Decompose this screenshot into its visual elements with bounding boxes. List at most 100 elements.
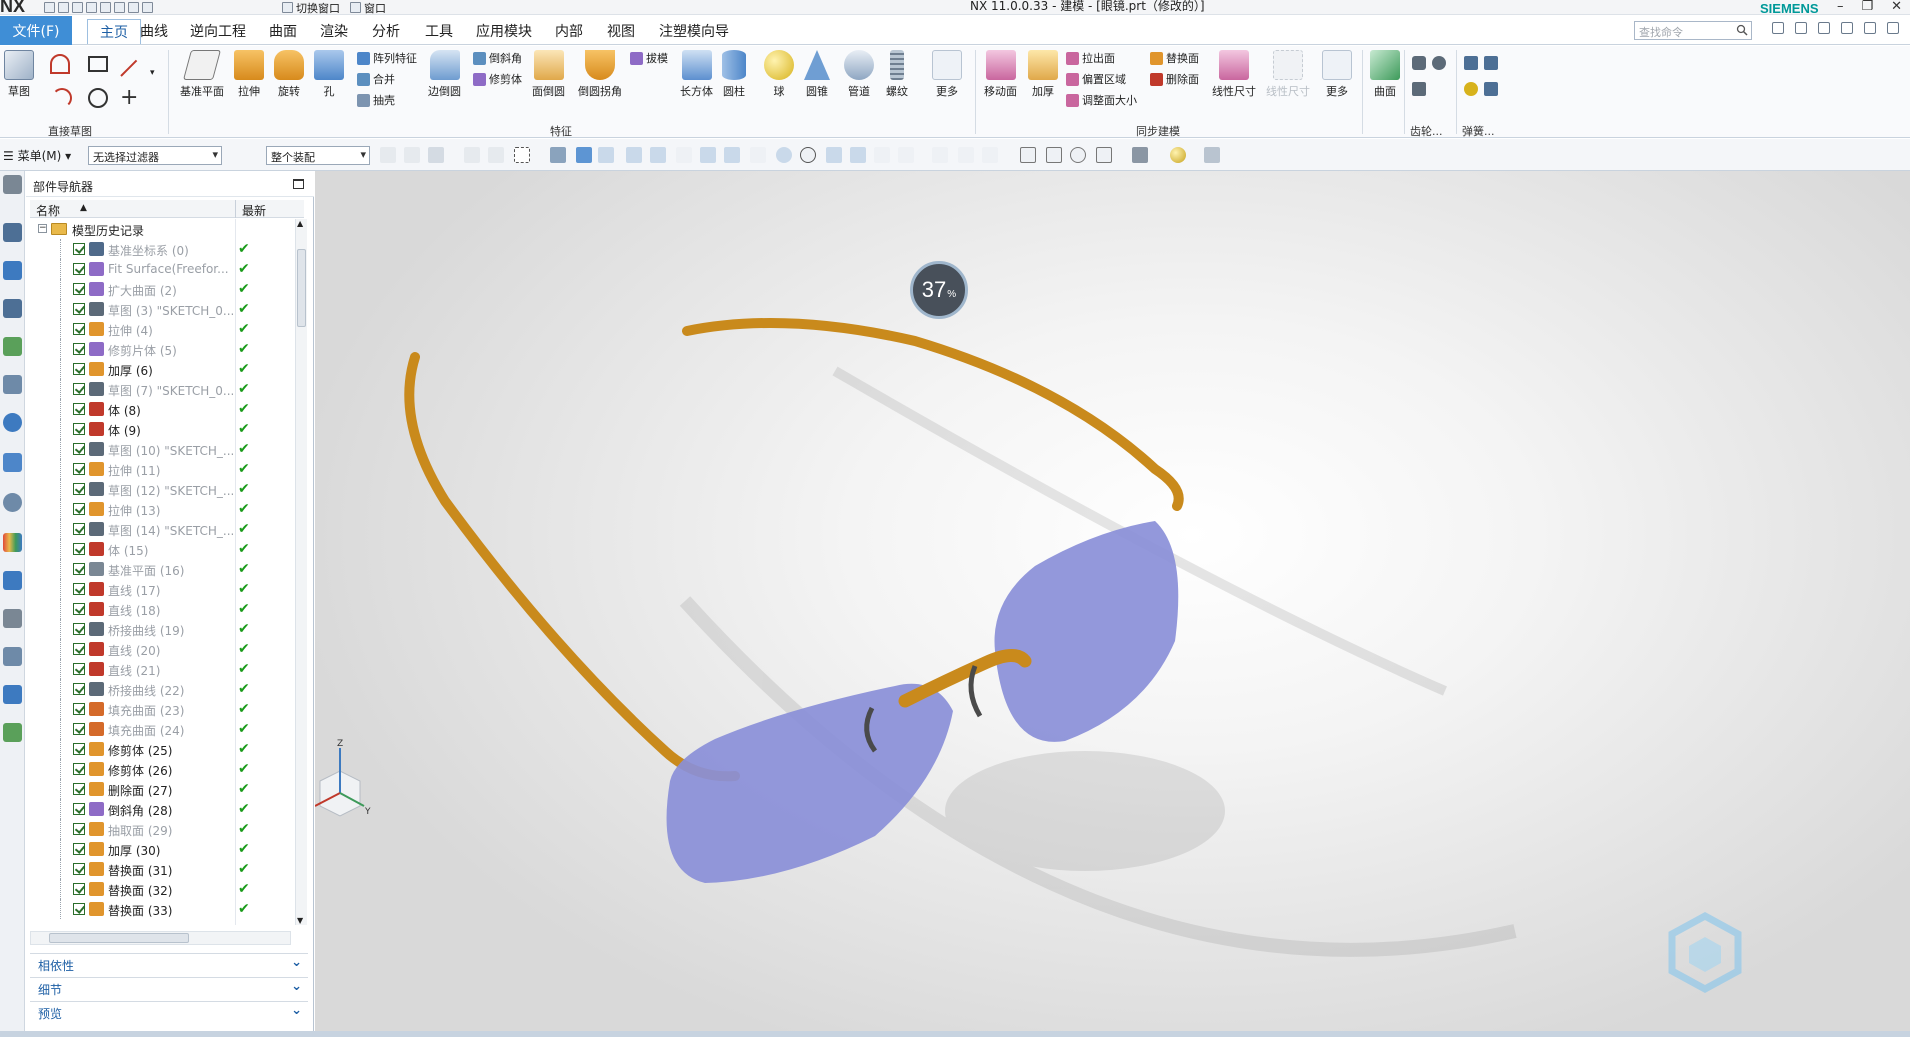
delete-face-button[interactable]: 删除面 — [1150, 71, 1199, 87]
tree-item[interactable]: 基准平面 (16) ✔ — [30, 559, 297, 579]
maximize-icon[interactable] — [293, 179, 304, 189]
circle-point-icon[interactable] — [800, 147, 816, 163]
tree-item[interactable]: 桥接曲线 (19) ✔ — [30, 619, 297, 639]
assembly-navigator-icon[interactable] — [3, 223, 22, 242]
visibility-checkbox[interactable] — [73, 663, 85, 675]
redo-icon[interactable] — [72, 2, 83, 13]
hd3d-tools-icon[interactable] — [3, 375, 22, 394]
snap-icon[interactable] — [380, 147, 396, 163]
right-temple-arm[interactable] — [682, 318, 1184, 511]
inflection-icon[interactable] — [700, 147, 716, 163]
tree-item[interactable]: 替换面 (32) ✔ — [30, 879, 297, 899]
thicken-button[interactable]: 加厚 — [1028, 50, 1058, 99]
line-point-icon[interactable] — [850, 147, 866, 163]
curve3-select-icon[interactable] — [676, 147, 692, 163]
visibility-checkbox[interactable] — [73, 703, 85, 715]
cylinder-button[interactable]: 圆柱 — [722, 50, 746, 99]
visibility-checkbox[interactable] — [73, 263, 85, 275]
visibility-checkbox[interactable] — [73, 243, 85, 255]
solid-body-icon[interactable] — [550, 147, 566, 163]
pattern-feature-button[interactable]: 阵列特征 — [357, 50, 417, 66]
edge-blend-button[interactable]: 边倒圆 — [428, 50, 461, 99]
graphics-window[interactable]: Z X Y 37% — [315, 171, 1910, 1037]
process-icon[interactable] — [3, 723, 22, 742]
line-icon[interactable] — [120, 59, 138, 77]
tree-item[interactable]: 加厚 (6) ✔ — [30, 359, 297, 379]
panel-dependencies[interactable]: 相依性 ⌄ — [30, 953, 308, 973]
tab-mold-wizard[interactable]: 注塑模向导 — [659, 21, 729, 41]
collapse-ribbon-icon[interactable] — [1795, 22, 1807, 34]
render-style-icon[interactable] — [1132, 147, 1148, 163]
tab-render[interactable]: 渲染 — [320, 21, 348, 41]
visibility-checkbox[interactable] — [73, 843, 85, 855]
orient-view-icon[interactable] — [1096, 147, 1112, 163]
linear-dimension-button[interactable]: 线性尺寸 — [1212, 50, 1256, 99]
visibility-checkbox[interactable] — [73, 483, 85, 495]
spring-tool3-icon[interactable] — [1464, 82, 1478, 96]
section-view-icon[interactable] — [1204, 147, 1220, 163]
revolve-button[interactable]: 旋转 — [274, 50, 304, 99]
visibility-checkbox[interactable] — [73, 903, 85, 915]
window-style-icon[interactable] — [1772, 22, 1784, 34]
tab-view[interactable]: 视图 — [607, 21, 635, 41]
left-lens[interactable] — [666, 683, 953, 883]
tree-item[interactable]: 填充曲面 (24) ✔ — [30, 719, 297, 739]
undo-icon[interactable] — [58, 2, 69, 13]
tree-item[interactable]: 直线 (17) ✔ — [30, 579, 297, 599]
visibility-checkbox[interactable] — [73, 463, 85, 475]
constraint-navigator-icon[interactable] — [3, 261, 22, 280]
visibility-checkbox[interactable] — [73, 423, 85, 435]
tree-item[interactable]: 填充曲面 (23) ✔ — [30, 699, 297, 719]
navigator-horizontal-scrollbar[interactable] — [30, 931, 291, 945]
draft-button[interactable]: 拔模 — [630, 50, 668, 66]
sketch-button[interactable]: 草图 — [4, 50, 34, 99]
point-icon[interactable]: + — [120, 87, 138, 109]
tree-item[interactable]: Fit Surface(Freefor... ✔ — [30, 259, 297, 279]
left-temple-arm[interactable] — [404, 352, 740, 782]
arc-icon[interactable] — [52, 88, 72, 108]
window-menu-button[interactable]: 窗口 — [350, 1, 386, 15]
cone-button[interactable]: 圆锥 — [804, 50, 830, 99]
tree-root-model-history[interactable]: − 模型历史记录 — [30, 219, 297, 239]
column-name[interactable]: 名称 — [36, 202, 60, 219]
snap2-icon[interactable] — [404, 147, 420, 163]
tab-analysis[interactable]: 分析 — [372, 21, 400, 41]
tree-item[interactable]: 基准坐标系 (0) ✔ — [30, 239, 297, 259]
doc-restore-icon[interactable] — [1864, 22, 1876, 34]
visibility-checkbox[interactable] — [73, 883, 85, 895]
right-lens[interactable] — [994, 521, 1179, 742]
panel-preview[interactable]: 预览 ⌄ — [30, 1001, 308, 1021]
snap3-icon[interactable] — [464, 147, 480, 163]
menu-button[interactable]: ☰ 菜单(M) ▾ — [3, 147, 71, 164]
tab-internal[interactable]: 内部 — [555, 21, 583, 41]
move-face-button[interactable]: 移动面 — [984, 50, 1017, 99]
tab-curve[interactable]: 曲线 — [140, 21, 168, 41]
hole-button[interactable]: 孔 — [314, 50, 344, 99]
palette-icon[interactable] — [3, 533, 22, 552]
save-icon[interactable] — [44, 2, 55, 13]
doc-minimize-icon[interactable] — [1841, 22, 1853, 34]
repeat-command-icon[interactable] — [142, 2, 153, 13]
minimize-icon[interactable]: – — [1837, 0, 1844, 14]
tree-item[interactable]: 体 (9) ✔ — [30, 419, 297, 439]
tree-item[interactable]: 抽取面 (29) ✔ — [30, 819, 297, 839]
clock-icon[interactable] — [3, 493, 22, 512]
intersection-icon[interactable] — [826, 147, 842, 163]
snap4-icon[interactable] — [488, 147, 504, 163]
help-icon[interactable] — [1818, 22, 1830, 34]
tree-item[interactable]: 倒斜角 (28) ✔ — [30, 799, 297, 819]
tree-item[interactable]: 加厚 (30) ✔ — [30, 839, 297, 859]
fit-view-icon[interactable] — [1020, 147, 1036, 163]
rectangle-icon[interactable] — [88, 56, 108, 72]
datum-plane-button[interactable]: 基准平面 — [180, 50, 224, 99]
visibility-checkbox[interactable] — [73, 803, 85, 815]
point-select-icon[interactable] — [598, 147, 614, 163]
shell-button[interactable]: 抽壳 — [357, 92, 395, 108]
visibility-checkbox[interactable] — [73, 503, 85, 515]
tree-item[interactable]: 修剪体 (25) ✔ — [30, 739, 297, 759]
visibility-checkbox[interactable] — [73, 823, 85, 835]
restore-icon[interactable]: ❐ — [1861, 0, 1873, 14]
doc-close-icon[interactable] — [1887, 22, 1899, 34]
settings-icon[interactable] — [3, 175, 22, 194]
visibility-checkbox[interactable] — [73, 743, 85, 755]
